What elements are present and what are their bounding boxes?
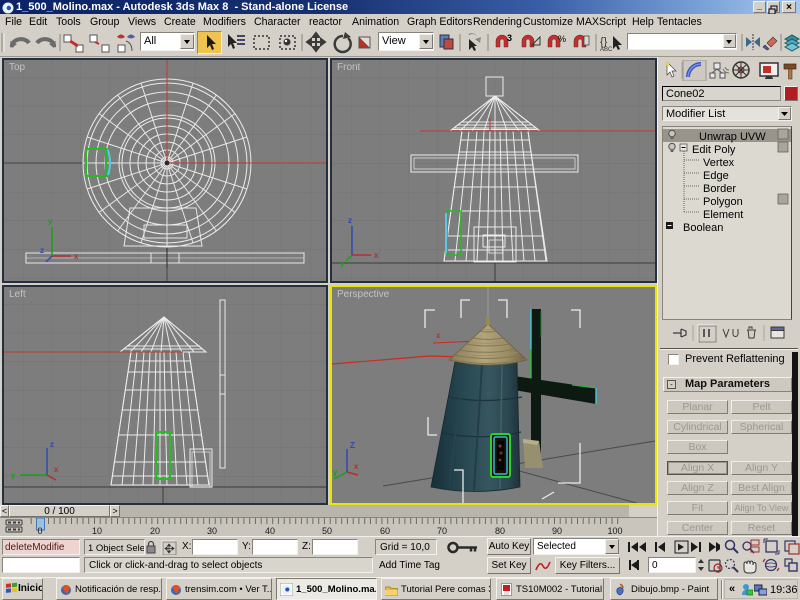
svg-text:100: 100 [607, 526, 622, 536]
svg-text:y: y [340, 259, 345, 268]
svg-text:10: 10 [92, 526, 102, 536]
svg-text:Edge: Edge [703, 170, 729, 182]
svg-text:40: 40 [265, 526, 275, 536]
svg-text:Edit Poly: Edit Poly [692, 144, 736, 156]
svg-text:50: 50 [322, 526, 332, 536]
svg-text:20: 20 [150, 526, 160, 536]
svg-text:z: z [40, 246, 44, 255]
svg-text:3: 3 [507, 33, 512, 43]
svg-text:Border: Border [703, 183, 736, 195]
svg-text:x: x [374, 251, 379, 260]
svg-text:90: 90 [552, 526, 562, 536]
svg-text:Element: Element [703, 209, 743, 221]
svg-text:Unwrap UVW: Unwrap UVW [699, 131, 766, 143]
svg-text:y: y [333, 468, 338, 477]
svg-text:x: x [436, 331, 441, 340]
svg-text:y: y [48, 217, 53, 226]
svg-text:ABC: ABC [600, 47, 613, 53]
svg-text:Boolean: Boolean [683, 222, 723, 234]
svg-text:x: x [54, 465, 59, 474]
svg-text:x: x [354, 462, 359, 471]
svg-text:z: z [50, 440, 54, 449]
svg-text:Vertex: Vertex [703, 157, 735, 169]
svg-text:0: 0 [37, 526, 42, 536]
svg-text:%: % [558, 34, 566, 44]
svg-text:70: 70 [437, 526, 447, 536]
svg-text:z: z [348, 216, 352, 225]
svg-text:y: y [11, 471, 16, 480]
svg-text:x: x [74, 252, 79, 261]
svg-text:30: 30 [207, 526, 217, 536]
svg-text:Z: Z [350, 441, 355, 450]
svg-text:Polygon: Polygon [703, 196, 743, 208]
svg-text:60: 60 [380, 526, 390, 536]
svg-text:80: 80 [495, 526, 505, 536]
